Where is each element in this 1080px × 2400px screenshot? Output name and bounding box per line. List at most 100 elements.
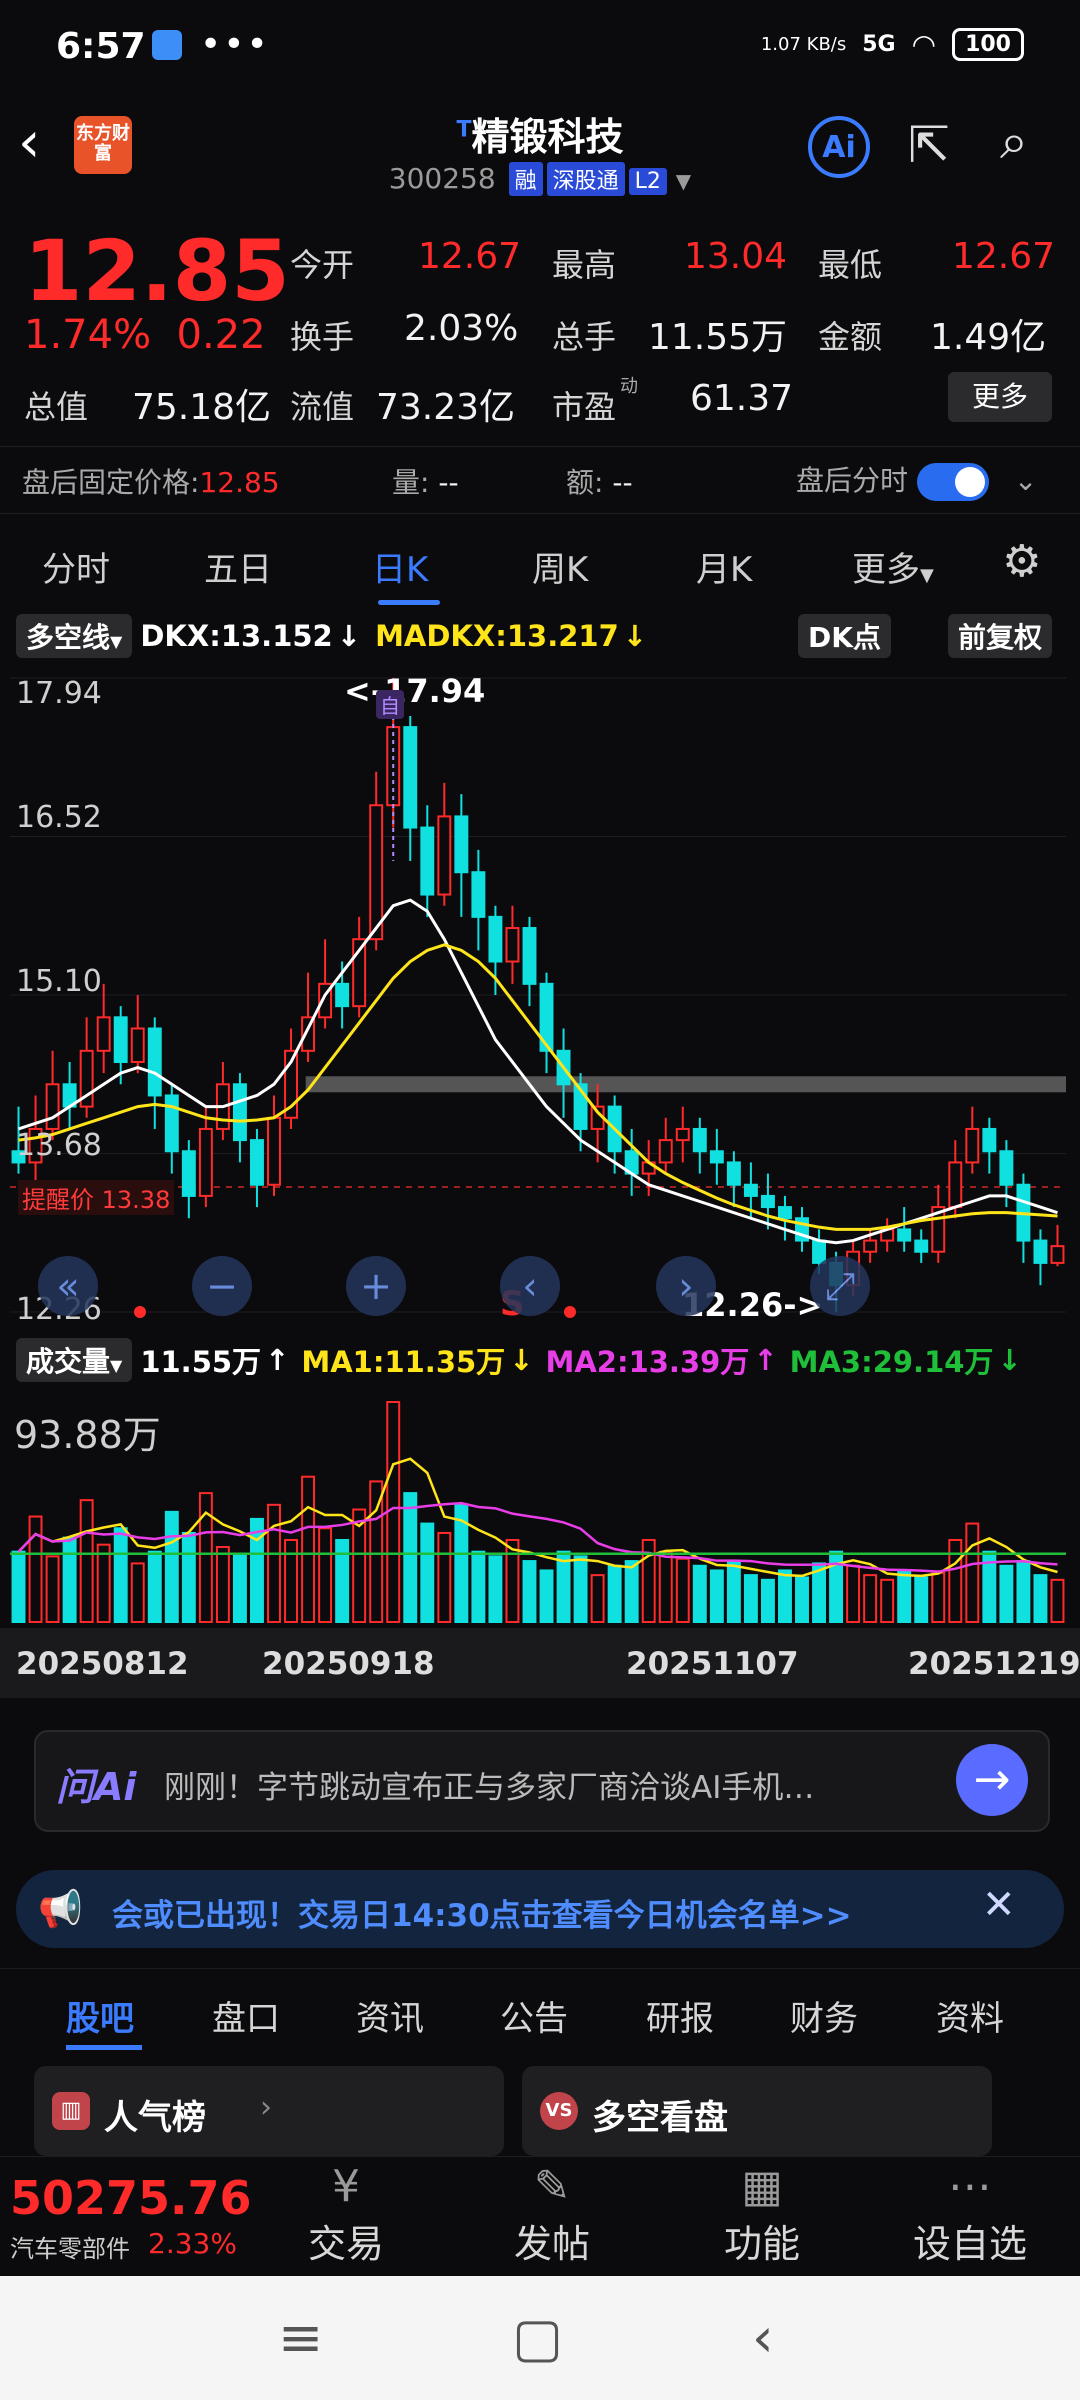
dk-point-button[interactable]: DK点 (798, 614, 891, 658)
share-icon[interactable]: ⇱ (908, 116, 950, 174)
tab-intraday[interactable]: 分时 (42, 542, 110, 591)
volume-bar (267, 1503, 281, 1623)
volume-bar (999, 1564, 1014, 1624)
tag-connect: 深股通 (546, 162, 625, 196)
volume-name: 成交量 (26, 1345, 111, 1378)
candle-body (999, 1150, 1014, 1186)
quote-field-label: 最高 (552, 246, 617, 284)
candle-body (658, 1139, 673, 1164)
quote-field-label: 金额 (818, 318, 883, 356)
add-watchlist-button[interactable]: ⋯ 设自选 (900, 2161, 1040, 2268)
indicator-name: 多空线 (26, 621, 111, 654)
scroll-left-icon[interactable]: ‹ (500, 1256, 560, 1316)
candle-body (778, 1206, 792, 1220)
volume-bar (318, 1527, 333, 1624)
menu-icon[interactable]: ≡ (278, 2306, 323, 2369)
index-value[interactable]: 50275.76 (10, 2171, 252, 2225)
scroll-left-fast-icon[interactable]: « (38, 1256, 98, 1316)
tab-more[interactable]: 更多▼ (852, 542, 934, 591)
volume-bar (948, 1538, 963, 1624)
arrow-right-icon[interactable]: → (956, 1744, 1028, 1816)
volume-ma3: MA3:29.14万 (789, 1345, 994, 1379)
close-icon[interactable]: ✕ (982, 1882, 1016, 1928)
candle-body (488, 915, 503, 963)
quote-field-label: 总手 (552, 318, 617, 356)
tab-news[interactable]: 资讯 (356, 1991, 424, 2040)
volume-bar (96, 1543, 111, 1623)
more-fields-button[interactable]: 更多 (948, 372, 1052, 422)
volume-selector[interactable]: 成交量▼ (16, 1338, 133, 1382)
home-icon[interactable]: ▢ (512, 2306, 563, 2369)
tab-announcements[interactable]: 公告 (500, 1991, 568, 2040)
change-row: 1.74% 0.22 (24, 312, 266, 358)
candle-body (113, 1016, 128, 1063)
post-button[interactable]: ✎ 发帖 (502, 2161, 602, 2268)
volume-bar (965, 1522, 980, 1623)
last-price: 12.85 (24, 222, 290, 320)
scroll-right-icon[interactable]: › (656, 1256, 716, 1316)
volume-indicator-bar: 成交量▼ 11.55万 ↑ MA1:11.35万 ↓ MA2:13.39万 ↑ … (16, 1338, 1068, 1382)
promo-banner[interactable]: 📢 会或已出现！交易日14:30点击查看今日机会名单>> ✕ (16, 1870, 1064, 1948)
ai-news-text: 刚刚！字节跳动宣布正与多家厂商洽谈AI手机… (164, 1770, 815, 1806)
volume-bar (437, 1531, 452, 1623)
after-hours-toggle-row[interactable]: 盘后分时 ⌄ (796, 459, 1037, 501)
dkx-line (18, 898, 1058, 1245)
zoom-out-icon[interactable]: − (192, 1256, 252, 1316)
volume-ma2: MA2:13.39万 (545, 1345, 750, 1379)
card-popularity[interactable]: ▥ 人气榜 › (34, 2066, 504, 2156)
trade-label: 交易 (307, 2222, 384, 2266)
change-percent: 1.74% (24, 312, 152, 358)
trade-button[interactable]: ¥ 交易 (296, 2161, 396, 2268)
tab-forum[interactable]: 股吧 (66, 1991, 134, 2040)
tab-daily-k[interactable]: 日K (372, 542, 428, 591)
candle-body (96, 1016, 111, 1052)
chevron-down-icon: ▼ (675, 169, 692, 193)
index-name: 汽车零部件 (10, 2235, 130, 2263)
volume-value: 11.55万 (140, 1345, 262, 1379)
volume-bar (658, 1550, 673, 1623)
forward-adjust-button[interactable]: 前复权 (948, 614, 1053, 658)
candle-body (420, 826, 435, 896)
after-amount: 额: -- (566, 461, 633, 501)
back-nav-icon[interactable]: ‹ (752, 2306, 774, 2369)
volume-chart[interactable]: 93.88万 (10, 1386, 1066, 1626)
tab-research[interactable]: 研报 (646, 1991, 714, 2040)
functions-button[interactable]: ▦ 功能 (712, 2161, 812, 2268)
tab-active-underline (378, 600, 440, 605)
candle-body (267, 1116, 281, 1186)
quote-field-label: 市盈 (552, 388, 617, 426)
chevron-down-icon[interactable]: ⌄ (1014, 464, 1037, 497)
stock-code: 300258 (388, 162, 496, 195)
megaphone-icon: 📢 (38, 1889, 83, 1930)
down-arrow-icon: ↓ (336, 619, 362, 653)
quote-panel: 12.85 1.74% 0.22 今开 12.67 最高 13.04 最低 12.67 换手… (0, 212, 1080, 442)
volume-svg[interactable] (10, 1386, 1066, 1626)
tab-order-book[interactable]: 盘口 (212, 1991, 280, 2040)
status-bar: 6:57 ••• 1.07 KB/s 5G ◠ 100 (0, 0, 1080, 100)
post-label: 发帖 (513, 2222, 590, 2266)
alert-price-label[interactable]: 提醒价 13.38 (18, 1180, 175, 1215)
ai-news-bar[interactable]: 问Ai 刚刚！字节跳动宣布正与多家厂商洽谈AI手机… → (34, 1730, 1050, 1832)
tab-weekly-k[interactable]: 周K (532, 542, 588, 591)
date-label-4: 20251219 (908, 1646, 1080, 1682)
wifi-icon: ◠ (911, 28, 937, 61)
card-bull-bear[interactable]: VS 多空看盘 (522, 2066, 992, 2156)
kline-chart[interactable]: 17.94 16.52 15.10 13.68 12.26 <-17.94 12… (10, 662, 1066, 1328)
tab-monthly-k[interactable]: 月K (696, 542, 752, 591)
settings-gear-icon[interactable]: ⚙ (1002, 536, 1041, 587)
tab-financials[interactable]: 财务 (790, 1991, 858, 2040)
fullscreen-icon[interactable]: ⤢ (810, 1256, 870, 1316)
zoom-in-icon[interactable]: + (346, 1256, 406, 1316)
tab-five-day[interactable]: 五日 (204, 542, 272, 591)
after-hours-toggle[interactable] (916, 463, 989, 501)
ai-assistant-button[interactable]: Ai (808, 116, 870, 178)
candle-body (1050, 1245, 1065, 1264)
quote-field-value: 1.49亿 (930, 317, 1047, 358)
kline-svg[interactable] (10, 662, 1066, 1328)
self-marker[interactable]: 自 (376, 690, 404, 719)
banner-text: 会或已出现！交易日14:30点击查看今日机会名单>> (112, 1898, 852, 1934)
search-icon[interactable]: ⌕ (1000, 112, 1028, 171)
candle-body (760, 1194, 775, 1209)
tab-profile[interactable]: 资料 (936, 1991, 1004, 2040)
indicator-selector[interactable]: 多空线▼ (16, 614, 133, 658)
